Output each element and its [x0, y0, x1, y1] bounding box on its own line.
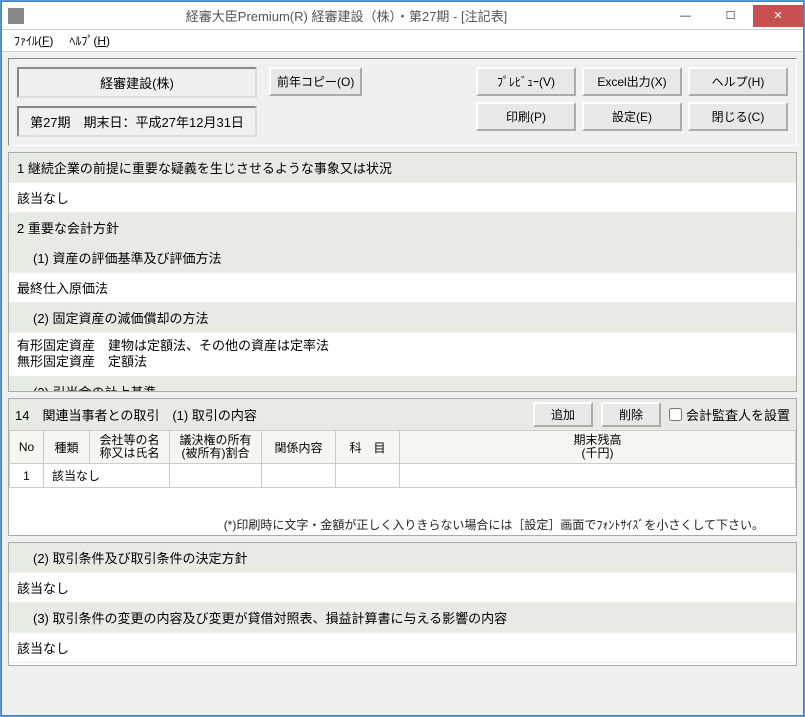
s1-value-1[interactable]: 該当なし: [9, 183, 796, 213]
mid-buttons: 前年コピー(O): [269, 67, 362, 96]
print-note: (*)印刷時に文字・金額が正しく入りきらない場合には［設定］画面でﾌｫﾝﾄｻｲｽ…: [9, 512, 780, 535]
cell-relation[interactable]: [262, 464, 336, 488]
sb-value-2[interactable]: 該当なし: [9, 573, 796, 603]
button-grid: ﾌﾟﾚﾋﾞｭｰ(V) Excel出力(X) ヘルプ(H) 印刷(P) 設定(E)…: [476, 67, 788, 131]
setting-button[interactable]: 設定(E): [582, 102, 682, 131]
s1-value-2-2[interactable]: 有形固定資産 建物は定額法、その他の資産は定率法 無形固定資産 定額法: [9, 333, 796, 377]
s1-value-2-1[interactable]: 最終仕入原価法: [9, 273, 796, 303]
section14-grid: No 種類 会社等の名称又は氏名 議決権の所有(被所有)割合 関係内容 科 目 …: [9, 430, 796, 488]
audit-checkbox-label[interactable]: 会計監査人を設置: [669, 405, 790, 424]
maximize-button[interactable]: ☐: [708, 5, 753, 27]
s1-sub-2-3: (3) 引当金の計上基準: [9, 377, 796, 393]
s1-sub-2-1: (1) 資産の評価基準及び評価方法: [9, 243, 796, 273]
titlebar: 経審大臣Premium(R) 経審建設（株）・第27期 - [注記表] — ☐ …: [2, 2, 803, 30]
section-bottom-scroll[interactable]: (2) 取引条件及び取引条件の決定方針 該当なし (3) 取引条件の変更の内容及…: [8, 542, 797, 666]
s1-sub-2-2: (2) 固定資産の減価償却の方法: [9, 303, 796, 333]
col-relation: 関係内容: [262, 431, 336, 464]
app-icon: [8, 8, 24, 24]
preview-button[interactable]: ﾌﾟﾚﾋﾞｭｰ(V): [476, 67, 576, 96]
col-name: 会社等の名称又は氏名: [90, 431, 170, 464]
minimize-button[interactable]: —: [663, 5, 708, 27]
col-no: No: [10, 431, 44, 464]
col-voting: 議決権の所有(被所有)割合: [170, 431, 262, 464]
window-title: 経審大臣Premium(R) 経審建設（株）・第27期 - [注記表]: [30, 6, 663, 25]
table-row[interactable]: 1 該当なし: [10, 464, 796, 488]
cell-text[interactable]: 該当なし: [44, 464, 170, 488]
sb-heading-2: (2) 取引条件及び取引条件の決定方針: [9, 543, 796, 573]
menu-help[interactable]: ﾍﾙﾌﾟ(H): [61, 30, 118, 51]
section14-title: 14 関連当事者との取引 (1) 取引の内容: [15, 405, 257, 424]
period-box: 第27期 期末日：平成27年12月31日: [17, 106, 257, 137]
help-button[interactable]: ヘルプ(H): [688, 67, 788, 96]
company-box: 経審建設(株): [17, 67, 257, 98]
section1-scroll[interactable]: 1 継続企業の前提に重要な疑義を生じさせるような事象又は状況 該当なし 2 重要…: [8, 152, 797, 392]
excel-button[interactable]: Excel出力(X): [582, 67, 682, 96]
menubar: ﾌｧｲﾙ(F) ﾍﾙﾌﾟ(H): [2, 30, 803, 52]
sb-value-3[interactable]: 該当なし: [9, 633, 796, 663]
cell-subject[interactable]: [336, 464, 400, 488]
cell-voting[interactable]: [170, 464, 262, 488]
add-button[interactable]: 追加: [533, 402, 593, 427]
delete-button[interactable]: 削除: [601, 402, 661, 427]
cell-no[interactable]: 1: [10, 464, 44, 488]
close-form-button[interactable]: 閉じる(C): [688, 102, 788, 131]
col-balance: 期末残高 (千円): [400, 431, 796, 464]
section14-area: 14 関連当事者との取引 (1) 取引の内容 追加 削除 会計監査人を設置 No: [8, 398, 797, 536]
prev-copy-button[interactable]: 前年コピー(O): [269, 67, 362, 96]
info-panel: 経審建設(株) 第27期 期末日：平成27年12月31日 前年コピー(O) ﾌﾟ…: [8, 58, 797, 146]
menu-file[interactable]: ﾌｧｲﾙ(F): [6, 30, 61, 51]
section14-header: 14 関連当事者との取引 (1) 取引の内容 追加 削除 会計監査人を設置: [9, 399, 796, 430]
s1-heading-1: 1 継続企業の前提に重要な疑義を生じさせるような事象又は状況: [9, 153, 796, 183]
print-button[interactable]: 印刷(P): [476, 102, 576, 131]
col-kind: 種類: [44, 431, 90, 464]
audit-checkbox[interactable]: [669, 408, 682, 421]
info-left: 経審建設(株) 第27期 期末日：平成27年12月31日: [17, 67, 257, 137]
s1-value-2-2b: 無形固定資産 定額法: [17, 354, 788, 370]
col-subject: 科 目: [336, 431, 400, 464]
s1-value-2-2a: 有形固定資産 建物は定額法、その他の資産は定率法: [17, 338, 788, 354]
window-controls: — ☐ ✕: [663, 5, 803, 27]
sb-heading-3: (3) 取引条件の変更の内容及び変更が貸借対照表、損益計算書に与える影響の内容: [9, 603, 796, 633]
cell-balance[interactable]: [400, 464, 796, 488]
close-button[interactable]: ✕: [753, 5, 803, 27]
client-area: 経審建設(株) 第27期 期末日：平成27年12月31日 前年コピー(O) ﾌﾟ…: [2, 52, 803, 715]
app-window: 経審大臣Premium(R) 経審建設（株）・第27期 - [注記表] — ☐ …: [1, 1, 804, 716]
s1-heading-2: 2 重要な会計方針: [9, 213, 796, 243]
